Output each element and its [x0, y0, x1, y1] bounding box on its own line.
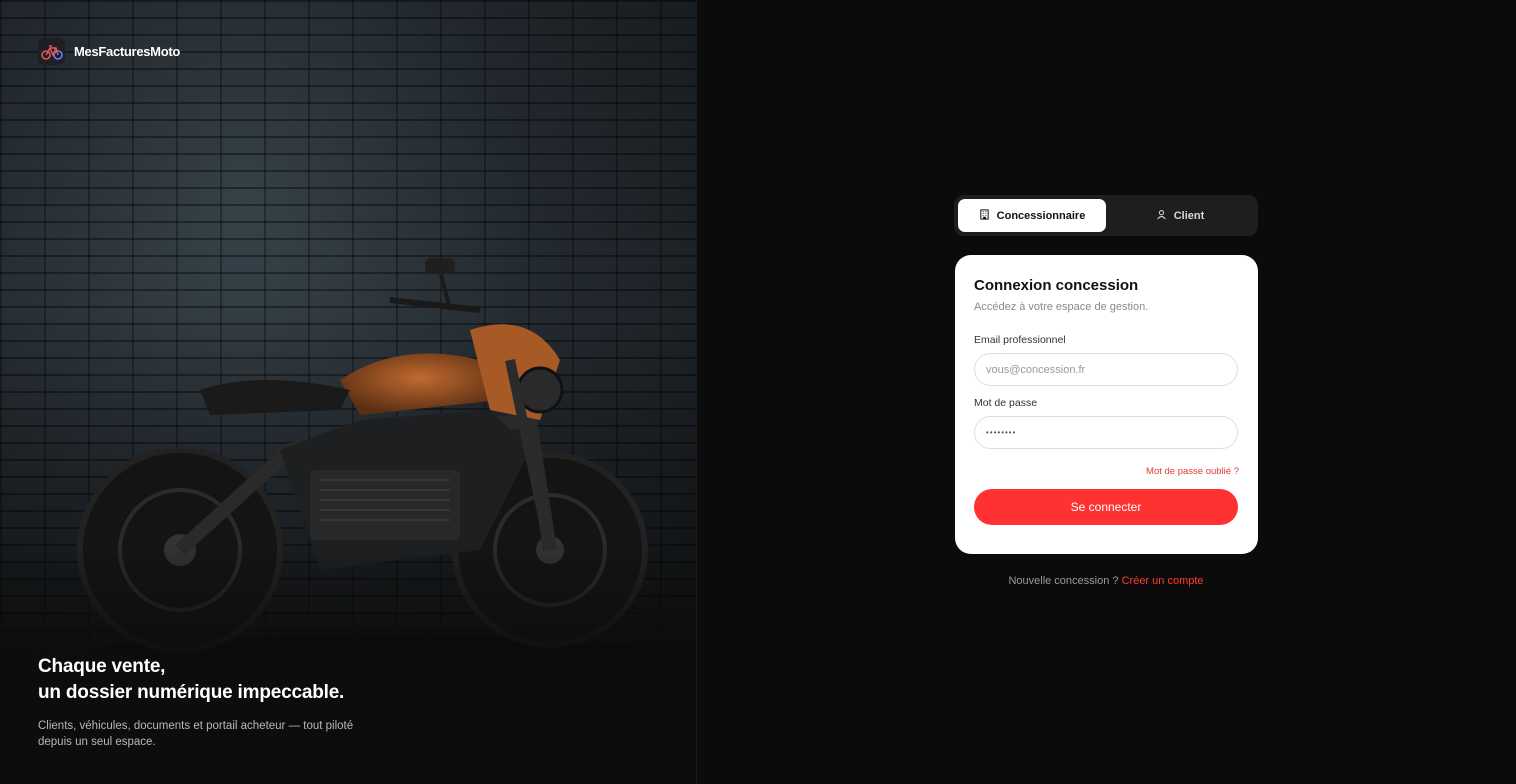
- hero-subtitle-line-2: depuis un seul espace.: [38, 736, 156, 748]
- tab-client-label: Client: [1173, 209, 1205, 222]
- user-icon: [1156, 209, 1167, 223]
- tab-concessionnaire[interactable]: Concessionnaire: [958, 199, 1106, 232]
- brand-name: MesFacturesMoto: [74, 44, 181, 59]
- signup-prompt: Nouvelle concession ? Créer un compte: [954, 575, 1258, 587]
- create-account-link[interactable]: Créer un compte: [1122, 575, 1204, 587]
- hero-subtitle: Clients, véhicules, documents et portail…: [38, 718, 378, 750]
- hero-panel: MesFacturesMoto Chaque vente, un dossier…: [0, 0, 697, 784]
- hero-text: Chaque vente, un dossier numérique impec…: [38, 654, 378, 750]
- login-page: MesFacturesMoto Chaque vente, un dossier…: [0, 0, 1516, 784]
- bicycle-icon: [38, 38, 65, 65]
- brand[interactable]: MesFacturesMoto: [38, 38, 180, 65]
- auth-panel: Concessionnaire Client Connexion concess…: [697, 0, 1516, 784]
- password-label: Mot de passe: [974, 397, 1038, 409]
- login-button[interactable]: Se connecter: [974, 489, 1238, 525]
- forgot-password-link[interactable]: Mot de passe oublié ?: [974, 466, 1239, 477]
- building-icon: [979, 208, 990, 223]
- tab-concessionnaire-label: Concessionnaire: [996, 209, 1086, 222]
- login-title: Connexion concession: [974, 277, 1139, 294]
- tab-client[interactable]: Client: [1106, 199, 1254, 232]
- hero-title: Chaque vente, un dossier numérique impec…: [38, 654, 378, 706]
- hero-subtitle-line-1: Clients, véhicules, documents et portail…: [38, 720, 354, 732]
- login-subtitle: Accédez à votre espace de gestion.: [974, 301, 1149, 313]
- account-type-tabs: Concessionnaire Client: [954, 195, 1258, 236]
- email-label: Email professionnel: [974, 334, 1066, 346]
- hero-title-line-1: Chaque vente,: [38, 656, 166, 677]
- signup-text: Nouvelle concession ?: [1008, 575, 1119, 587]
- email-field[interactable]: vous@concession.fr: [974, 353, 1238, 386]
- login-card: Connexion concession Accédez à votre esp…: [955, 255, 1258, 554]
- hero-title-line-2: un dossier numérique impeccable.: [38, 682, 345, 703]
- password-field[interactable]: ••••••••: [974, 416, 1238, 449]
